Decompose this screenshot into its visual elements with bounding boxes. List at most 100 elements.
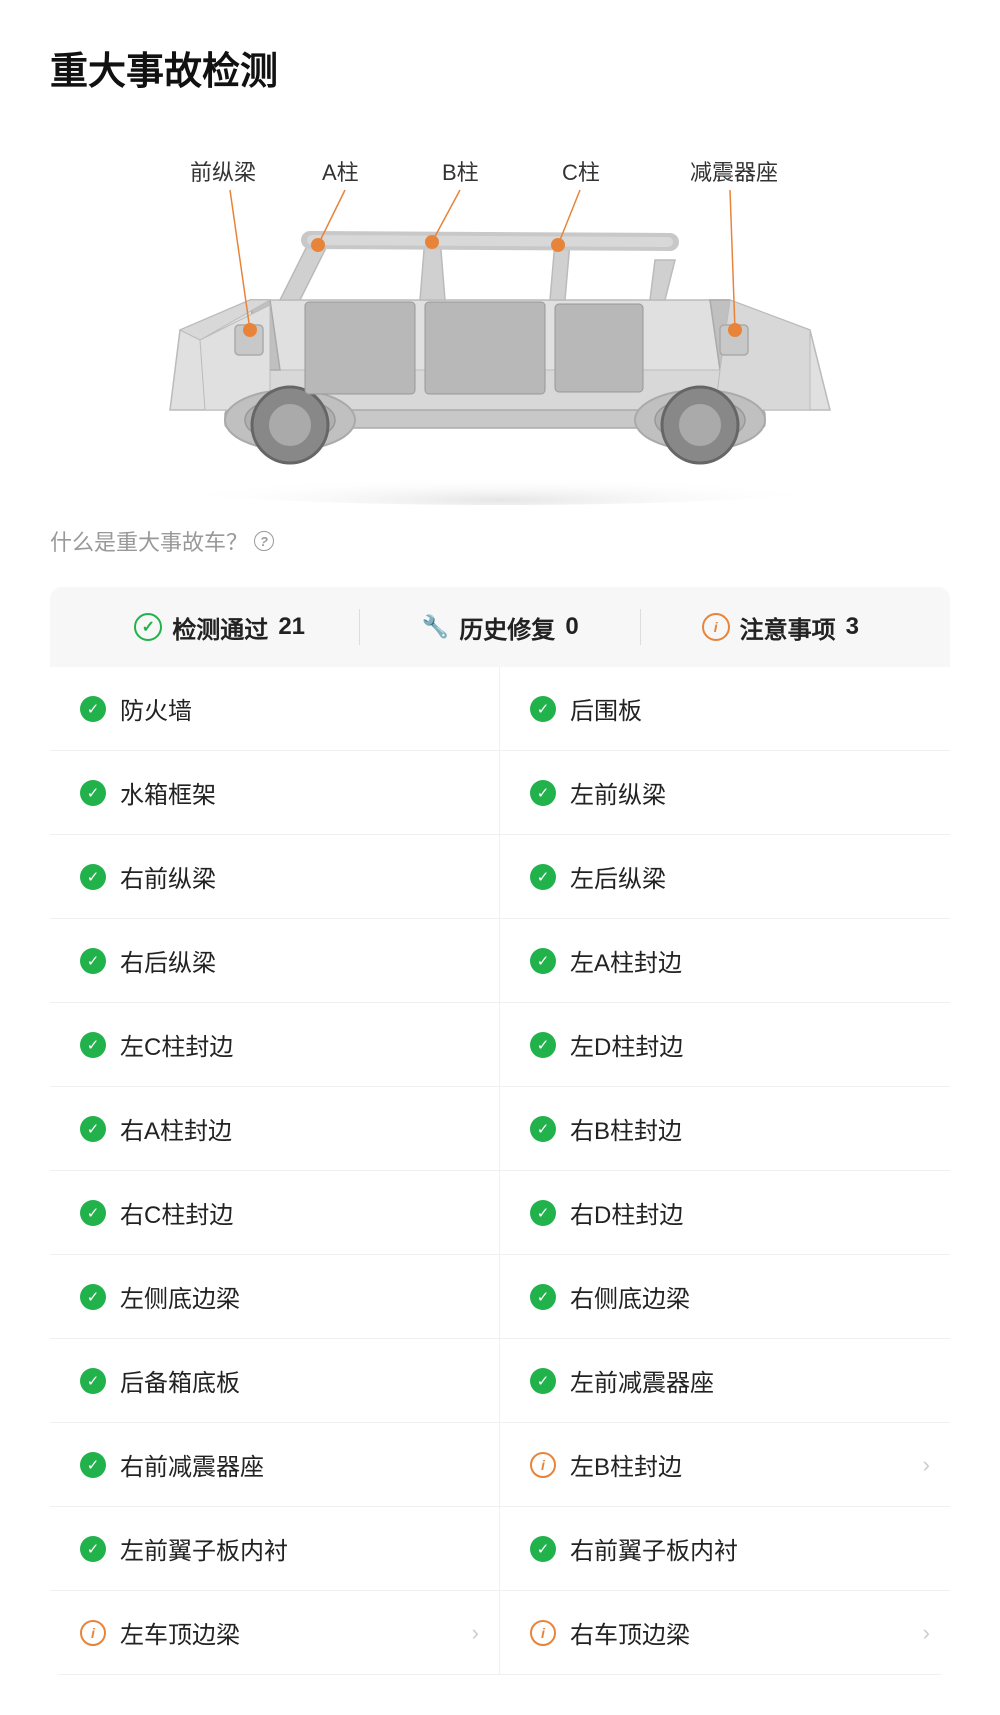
check-pass-icon: ✓ (530, 1368, 556, 1394)
check-pass-icon: ✓ (530, 696, 556, 722)
check-pass-icon: ✓ (80, 1452, 106, 1478)
list-item: ✓ 左D柱封边 (500, 1003, 950, 1087)
check-pass-icon: ✓ (530, 948, 556, 974)
list-item: ✓ 左后纵梁 (500, 835, 950, 919)
item-text: 右后纵梁 (120, 943, 469, 978)
pass-count: 21 (278, 613, 305, 641)
item-text: 右前翼子板内衬 (570, 1531, 920, 1566)
repair-label: 历史修复 (459, 610, 555, 645)
check-pass-icon: ✓ (80, 864, 106, 890)
chevron-right-icon: › (472, 1620, 479, 1646)
item-text: 右B柱封边 (570, 1111, 920, 1146)
check-pass-icon: ✓ (530, 864, 556, 890)
notice-count: 3 (846, 613, 859, 641)
list-item: ✓ 右后纵梁 (50, 919, 500, 1003)
check-pass-icon: ✓ (80, 1032, 106, 1058)
notice-item-icon: i (530, 1452, 556, 1478)
item-text: 左前纵梁 (570, 775, 920, 810)
item-text: 左前翼子板内衬 (120, 1531, 469, 1566)
item-text: 右前纵梁 (120, 859, 469, 894)
list-item: ✓ 左A柱封边 (500, 919, 950, 1003)
list-item: ✓ 右侧底边梁 (500, 1255, 950, 1339)
items-grid: ✓ 防火墙 ✓ 后围板 ✓ 水箱框架 ✓ 左前纵梁 ✓ 右前纵梁 ✓ 左后纵梁 … (50, 667, 950, 1675)
summary-repair: 🔧 历史修复 0 (360, 610, 639, 645)
item-text: 水箱框架 (120, 775, 469, 810)
item-text: 后备箱底板 (120, 1363, 469, 1398)
what-is-major-accident[interactable]: 什么是重大事故车？ ? (50, 525, 950, 557)
repair-count: 0 (565, 613, 578, 641)
check-pass-icon: ✓ (80, 696, 106, 722)
what-is-label: 什么是重大事故车？ (50, 525, 248, 557)
item-text: 左车顶边梁 (120, 1615, 469, 1650)
svg-text:减震器座: 减震器座 (690, 160, 778, 185)
check-pass-icon: ✓ (80, 1536, 106, 1562)
item-text: 左后纵梁 (570, 859, 920, 894)
svg-text:B柱: B柱 (442, 160, 479, 185)
list-item: ✓ 右前纵梁 (50, 835, 500, 919)
list-item: ✓ 右前翼子板内衬 (500, 1507, 950, 1591)
item-text: 右前减震器座 (120, 1447, 469, 1482)
svg-text:前纵梁: 前纵梁 (190, 160, 256, 185)
car-diagram: 前纵梁 A柱 B柱 C柱 减震器座 (50, 125, 950, 505)
item-text: 左侧底边梁 (120, 1279, 469, 1314)
notice-item-icon: i (80, 1620, 106, 1646)
svg-text:A柱: A柱 (322, 160, 359, 185)
list-item: ✓ 左侧底边梁 (50, 1255, 500, 1339)
item-text: 右车顶边梁 (570, 1615, 920, 1650)
check-pass-icon: ✓ (80, 1368, 106, 1394)
pass-label: 检测通过 (172, 610, 268, 645)
page-title: 重大事故检测 (50, 40, 950, 95)
notice-label: 注意事项 (740, 610, 836, 645)
check-pass-icon: ✓ (80, 780, 106, 806)
list-item: ✓ 左前减震器座 (500, 1339, 950, 1423)
summary-pass: ✓ 检测通过 21 (80, 610, 359, 645)
check-pass-icon: ✓ (80, 1284, 106, 1310)
list-item[interactable]: i 右车顶边梁 › (500, 1591, 950, 1675)
item-text: 左C柱封边 (120, 1027, 469, 1062)
list-item: ✓ 右D柱封边 (500, 1171, 950, 1255)
repair-icon: 🔧 (421, 613, 449, 641)
check-pass-icon: ✓ (530, 1536, 556, 1562)
item-text: 左A柱封边 (570, 943, 920, 978)
list-item: ✓ 右C柱封边 (50, 1171, 500, 1255)
list-item: ✓ 右B柱封边 (500, 1087, 950, 1171)
chevron-right-icon: › (923, 1452, 930, 1478)
item-text: 左前减震器座 (570, 1363, 920, 1398)
check-pass-icon: ✓ (530, 1200, 556, 1226)
pass-check-icon: ✓ (134, 613, 162, 641)
check-pass-icon: ✓ (530, 1032, 556, 1058)
chevron-right-icon: › (923, 1620, 930, 1646)
check-pass-icon: ✓ (530, 1116, 556, 1142)
check-pass-icon: ✓ (80, 1116, 106, 1142)
summary-bar: ✓ 检测通过 21 🔧 历史修复 0 i 注意事项 3 (50, 587, 950, 667)
item-text: 右A柱封边 (120, 1111, 469, 1146)
svg-text:C柱: C柱 (562, 160, 600, 185)
item-text: 后围板 (570, 691, 920, 726)
notice-icon: i (702, 613, 730, 641)
list-item: ✓ 后围板 (500, 667, 950, 751)
check-pass-icon: ✓ (80, 948, 106, 974)
inspection-card: ✓ 检测通过 21 🔧 历史修复 0 i 注意事项 3 ✓ 防火墙 ✓ (50, 587, 950, 1675)
list-item: ✓ 水箱框架 (50, 751, 500, 835)
list-item: ✓ 右前减震器座 (50, 1423, 500, 1507)
item-text: 左D柱封边 (570, 1027, 920, 1062)
list-item: ✓ 防火墙 (50, 667, 500, 751)
list-item: ✓ 左前翼子板内衬 (50, 1507, 500, 1591)
item-text: 防火墙 (120, 691, 469, 726)
item-text: 右侧底边梁 (570, 1279, 920, 1314)
item-text: 右D柱封边 (570, 1195, 920, 1230)
item-text: 右C柱封边 (120, 1195, 469, 1230)
notice-item-icon: i (530, 1620, 556, 1646)
list-item: ✓ 后备箱底板 (50, 1339, 500, 1423)
check-pass-icon: ✓ (80, 1200, 106, 1226)
check-pass-icon: ✓ (530, 780, 556, 806)
list-item[interactable]: i 左B柱封边 › (500, 1423, 950, 1507)
info-icon: ? (254, 531, 274, 551)
list-item[interactable]: i 左车顶边梁 › (50, 1591, 500, 1675)
check-pass-icon: ✓ (530, 1284, 556, 1310)
list-item: ✓ 右A柱封边 (50, 1087, 500, 1171)
summary-notice: i 注意事项 3 (641, 610, 920, 645)
item-text: 左B柱封边 (570, 1447, 920, 1482)
list-item: ✓ 左C柱封边 (50, 1003, 500, 1087)
list-item: ✓ 左前纵梁 (500, 751, 950, 835)
